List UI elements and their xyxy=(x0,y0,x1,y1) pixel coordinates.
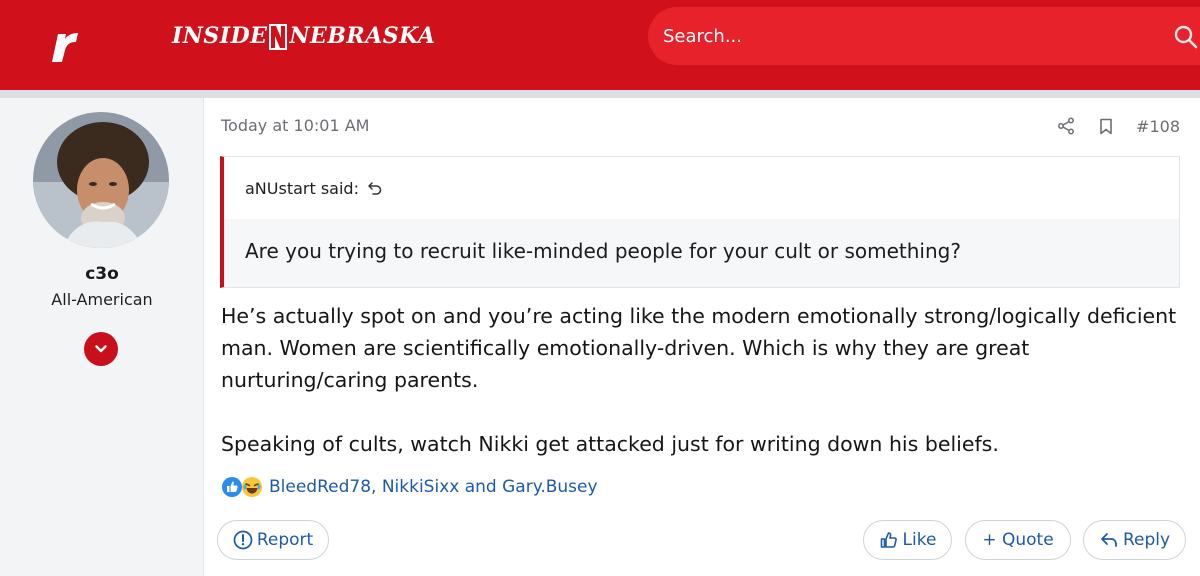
search-input[interactable]: Search... xyxy=(648,7,1200,65)
search-placeholder: Search... xyxy=(663,25,743,47)
user-title: All-American xyxy=(51,290,153,309)
reaction-users[interactable]: BleedRed78, NikkiSixx and Gary.Busey xyxy=(269,477,598,497)
quote-text: Are you trying to recruit like-minded pe… xyxy=(245,239,961,263)
rivals-logo[interactable] xyxy=(30,12,96,76)
share-icon[interactable] xyxy=(1056,116,1076,136)
avatar[interactable] xyxy=(33,112,169,248)
quote-block: aNUstart said: Are you trying to recruit… xyxy=(220,156,1180,288)
chevron-down-icon xyxy=(95,345,107,353)
reply-button[interactable]: Reply xyxy=(1083,520,1186,560)
like-button[interactable]: Like xyxy=(863,520,952,560)
thumbs-up-icon xyxy=(880,532,897,548)
site-name-left: INSIDE xyxy=(172,23,268,49)
quote-header[interactable]: aNUstart said: xyxy=(224,157,1179,219)
message-paragraph: Speaking of cults, watch Nikki get attac… xyxy=(221,432,999,456)
reaction-icons xyxy=(221,476,263,498)
message-main: Today at 10:01 AM #108 aNUstart said: Ar… xyxy=(204,98,1200,576)
post-attribution-actions: #108 xyxy=(1056,116,1180,136)
message-user-cell: c3o All-American xyxy=(0,98,204,576)
jump-to-quote-icon[interactable] xyxy=(367,180,383,196)
message-paragraph: He’s actually spot on and you’re acting … xyxy=(221,304,1177,392)
laugh-icon xyxy=(242,477,262,497)
post-number[interactable]: #108 xyxy=(1136,117,1180,136)
quote-label: + Quote xyxy=(982,530,1054,550)
like-icon xyxy=(222,477,242,497)
site-name-right: NEBRASKA xyxy=(289,23,436,49)
quote-author[interactable]: aNUstart said: xyxy=(245,179,359,198)
search-icon[interactable] xyxy=(1173,24,1199,50)
user-extras-toggle[interactable] xyxy=(84,332,118,366)
post-timestamp[interactable]: Today at 10:01 AM xyxy=(221,116,369,135)
like-label: Like xyxy=(902,530,937,550)
report-button[interactable]: Report xyxy=(217,520,329,560)
header-divider xyxy=(0,90,1200,98)
reply-label: Reply xyxy=(1122,530,1171,550)
message-body: He’s actually spot on and you’re acting … xyxy=(221,300,1191,460)
alert-circle-icon xyxy=(233,530,253,550)
site-logo[interactable]: INSIDE NEBRASKA xyxy=(172,19,435,53)
reactions-bar[interactable]: BleedRed78, NikkiSixx and Gary.Busey xyxy=(221,476,598,498)
reply-arrow-icon xyxy=(1101,533,1117,547)
quote-button[interactable]: + Quote xyxy=(965,520,1071,560)
report-label: Report xyxy=(256,530,314,550)
bookmark-icon[interactable] xyxy=(1096,116,1116,136)
username[interactable]: c3o xyxy=(0,264,204,284)
site-header: INSIDE NEBRASKA Search... xyxy=(0,0,1200,90)
avatar-image xyxy=(33,112,169,248)
nebraska-n-icon xyxy=(269,24,288,50)
